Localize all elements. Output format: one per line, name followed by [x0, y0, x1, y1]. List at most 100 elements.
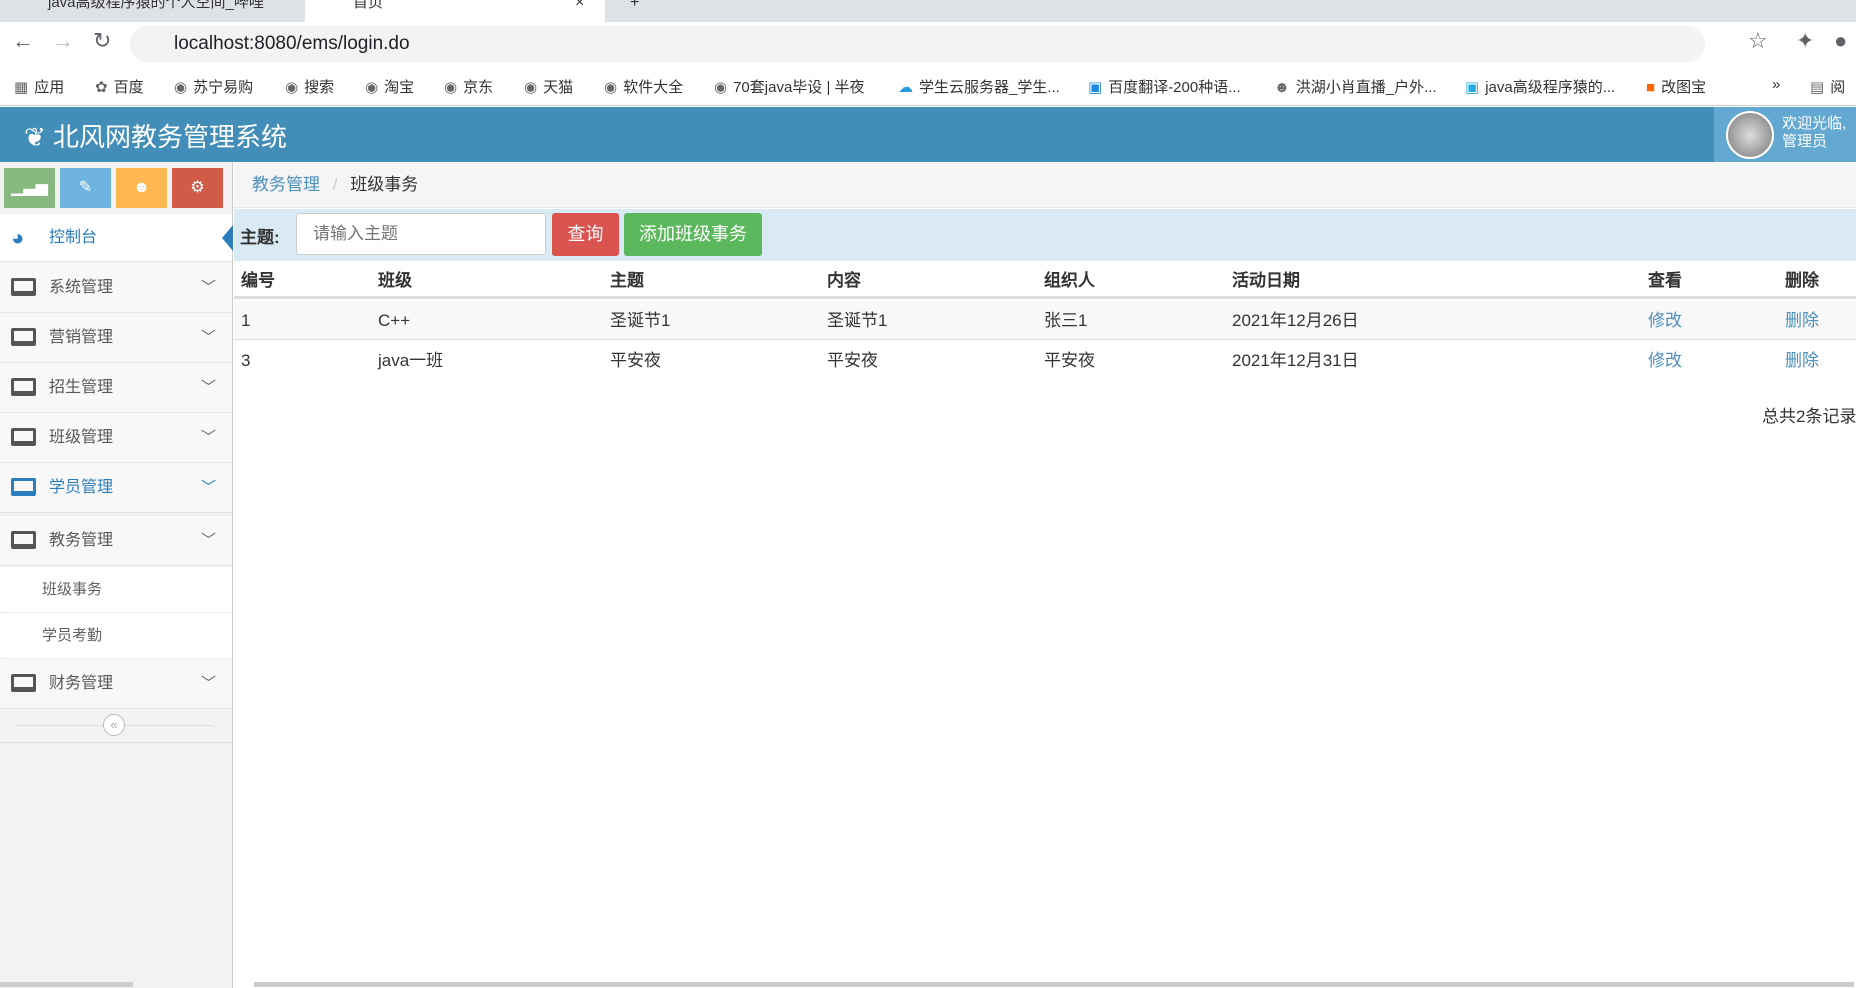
subject-input[interactable]: [296, 213, 546, 255]
table-header: 编号 班级 主题 内容 组织人 活动日期 查看 删除: [234, 261, 1856, 299]
reload-icon[interactable]: ↻: [93, 28, 111, 54]
leaf-icon: ❦: [24, 122, 46, 152]
submenu-label: 班级事务: [42, 581, 103, 598]
reading-list-button[interactable]: ▤ 阅: [1810, 76, 1845, 97]
subject-label: 主题:: [240, 228, 280, 247]
edit-link[interactable]: 修改: [1648, 341, 1682, 380]
cell-subject: 平安夜: [610, 351, 661, 370]
url-input[interactable]: localhost:8080/ems/login.do: [130, 26, 1705, 62]
welcome-text: 欢迎光临, 管理员: [1782, 115, 1847, 150]
cell-id: 1: [241, 311, 251, 330]
sidebar-item-label: 系统管理: [49, 279, 114, 296]
bookmark[interactable]: ◉ 70套java毕设 | 半夜: [714, 76, 865, 97]
new-tab-icon[interactable]: +: [630, 0, 639, 12]
breadcrumb-parent-link[interactable]: 教务管理: [252, 175, 320, 194]
bookmark[interactable]: ◉ 天猫: [524, 76, 573, 97]
sidebar-item-label: 财务管理: [49, 675, 114, 692]
bookmark[interactable]: ■ 改图宝: [1646, 76, 1706, 97]
sidebar-item-academic[interactable]: 教务管理 ﹀: [0, 516, 232, 566]
column-header: 班级: [378, 271, 412, 290]
sidebar-item-label: 营销管理: [49, 329, 114, 346]
globe-icon: ◉: [444, 79, 458, 96]
column-header: 编号: [241, 271, 275, 290]
sidebar-item-finance[interactable]: 财务管理 ﹀: [0, 659, 232, 709]
stats-shortcut-button[interactable]: ▁▃▅: [4, 168, 55, 208]
app-title: 北风网教务管理系统: [53, 122, 288, 152]
profile-icon[interactable]: ●: [1834, 28, 1847, 54]
sidebar-item-label: 控制台: [49, 229, 98, 246]
browser-tab[interactable]: java高级程序猿的个人空间_哔哩: [0, 0, 300, 22]
edit-shortcut-button[interactable]: ✎: [60, 168, 111, 208]
bookmark[interactable]: ◉ 软件大全: [604, 76, 683, 97]
monitor-icon: [11, 531, 36, 549]
globe-icon: ◉: [174, 79, 188, 96]
signal-icon: ▁▃▅: [11, 179, 48, 196]
bookmarks-bar: ▦ 应用 ✿ 百度 ◉ 苏宁易购 ◉ 搜索 ◉ 淘宝 ◉ 京东 ◉ 天猫 ◉ 软件大全 ◉ 70套…: [0, 66, 1856, 106]
submenu-item-attendance[interactable]: 学员考勤: [0, 613, 232, 659]
monitor-icon: [11, 378, 36, 396]
settings-shortcut-button[interactable]: ⚙: [172, 168, 223, 208]
bookmark-star-icon[interactable]: ☆: [1748, 28, 1768, 54]
sidebar-item-label: 班级管理: [49, 429, 114, 446]
chevron-down-icon: ﹀: [200, 479, 216, 496]
globe-icon: ◉: [604, 79, 618, 96]
horizontal-scrollbar[interactable]: [254, 982, 1854, 987]
sidebar-item-marketing[interactable]: 营销管理 ﹀: [0, 313, 232, 363]
bookmark[interactable]: ◉ 淘宝: [365, 76, 414, 97]
column-header: 查看: [1648, 271, 1682, 290]
cell-content: 平安夜: [827, 351, 878, 370]
bookmark[interactable]: ◉ 苏宁易购: [174, 76, 253, 97]
mascot-icon: ☻: [1274, 79, 1290, 96]
search-bar: 主题: 查询 添加班级事务: [234, 209, 1856, 261]
globe-icon: ◉: [365, 79, 379, 96]
bookmark[interactable]: ◉ 搜索: [285, 76, 334, 97]
chevron-down-icon: ﹀: [200, 532, 216, 549]
globe-icon: ◉: [285, 79, 299, 96]
sidebar: ▁▃▅ ✎ ☻ ⚙ ◕ 控制台 系统管理 ﹀ 营销管理 ﹀ 招生管理 ﹀ 班级管理 ﹀ …: [0, 162, 233, 988]
sidebar-item-system[interactable]: 系统管理 ﹀: [0, 263, 232, 313]
user-menu[interactable]: 欢迎光临, 管理员: [1714, 107, 1856, 162]
bookmark[interactable]: ◉ 京东: [444, 76, 493, 97]
bookmark[interactable]: ☻ 洪湖小肖直播_户外...: [1274, 76, 1437, 97]
more-bookmarks-button[interactable]: »: [1772, 76, 1780, 93]
delete-link[interactable]: 删除: [1785, 301, 1819, 340]
sidebar-item-dashboard[interactable]: ◕ 控制台: [0, 214, 233, 262]
bookmark[interactable]: ▣ java高级程序猿的...: [1465, 76, 1615, 97]
table-row: 3 java一班 平安夜 平安夜 平安夜 2021年12月31日 修改 删除: [234, 341, 1856, 380]
users-shortcut-button[interactable]: ☻: [116, 168, 167, 208]
cell-date: 2021年12月31日: [1232, 351, 1359, 370]
baidu-icon: ✿: [95, 79, 108, 96]
extensions-icon[interactable]: ✦: [1796, 28, 1814, 54]
apps-icon: ▦: [14, 79, 29, 96]
total-records: 总共2条记录: [1762, 407, 1856, 426]
collapse-sidebar-icon[interactable]: «: [103, 714, 125, 736]
sidebar-item-enrollment[interactable]: 招生管理 ﹀: [0, 363, 232, 413]
chevron-down-icon: ﹀: [200, 329, 216, 346]
cloud-icon: ☁: [898, 79, 913, 96]
sidebar-scrollbar[interactable]: [0, 982, 133, 987]
cell-subject: 圣诞节1: [610, 311, 671, 330]
back-icon[interactable]: ←: [12, 28, 34, 54]
brand[interactable]: ❦ 北风网教务管理系统: [24, 117, 287, 154]
forward-icon[interactable]: →: [52, 28, 74, 54]
submenu-item-class-affairs[interactable]: 班级事务: [0, 567, 232, 613]
address-toolbar: ← → ↻ localhost:8080/ems/login.do ☆ ✦ ●: [0, 22, 1856, 66]
sidebar-item-student[interactable]: 学员管理 ﹀: [0, 463, 232, 513]
bookmark[interactable]: ✿ 百度: [95, 76, 144, 97]
gears-icon: ⚙: [190, 179, 205, 196]
breadcrumb-current: 班级事务: [350, 175, 419, 194]
add-class-affair-button[interactable]: 添加班级事务: [624, 213, 762, 256]
delete-link[interactable]: 删除: [1785, 341, 1819, 380]
username: 管理员: [1782, 133, 1828, 150]
sidebar-item-class[interactable]: 班级管理 ﹀: [0, 413, 232, 463]
bookmark[interactable]: ☁ 学生云服务器_学生...: [898, 76, 1060, 97]
close-tab-icon[interactable]: ×: [575, 0, 584, 12]
bookmark[interactable]: ▦ 应用: [14, 76, 64, 97]
dashboard-icon: ◕: [11, 225, 25, 250]
query-button[interactable]: 查询: [552, 213, 619, 256]
browser-tab-active[interactable]: 首页: [305, 0, 605, 22]
edit-link[interactable]: 修改: [1648, 301, 1682, 340]
bookmark[interactable]: ▣ 百度翻译-200种语...: [1088, 76, 1241, 97]
active-indicator: [222, 225, 233, 251]
chevron-down-icon: ﹀: [200, 379, 216, 396]
